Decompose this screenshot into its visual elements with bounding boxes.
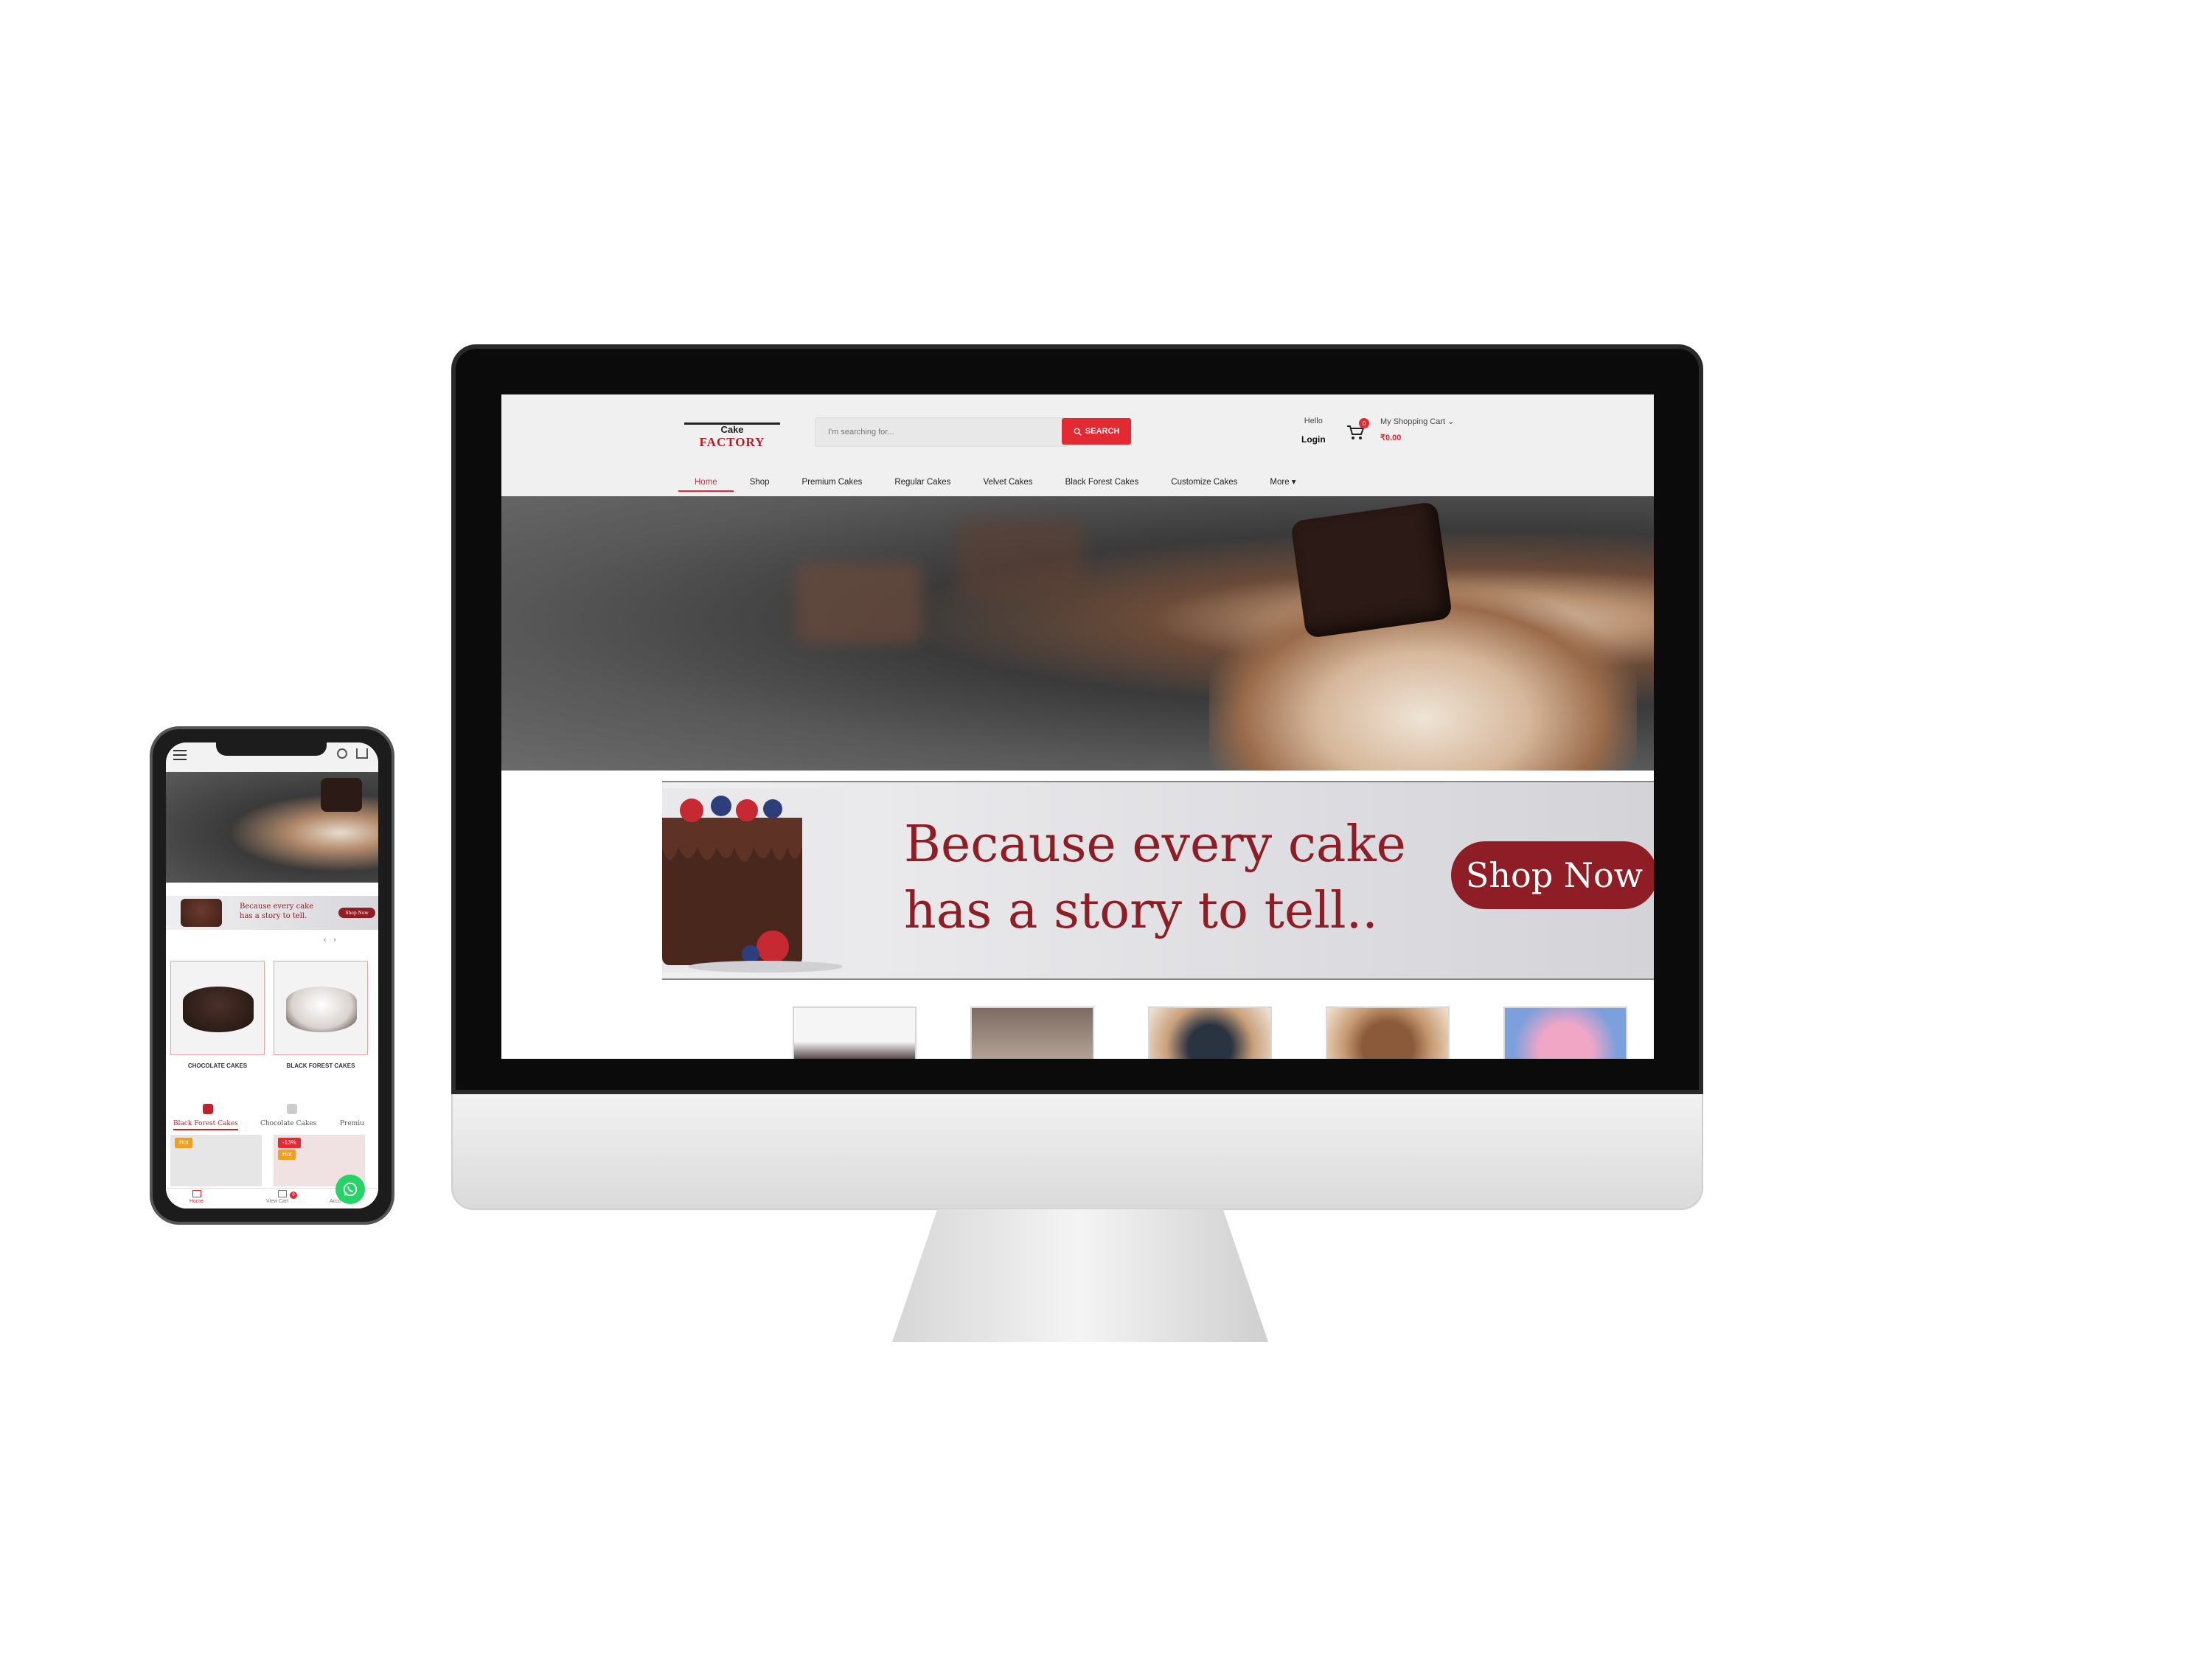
black-forest-tab-icon [203, 1104, 213, 1114]
nav-black-forest-cakes[interactable]: Black Forest Cakes [1049, 474, 1155, 492]
nav-home[interactable]: Home [678, 474, 734, 492]
category-thumbnail[interactable] [793, 1006, 917, 1059]
discount-badge: -13% [278, 1138, 301, 1148]
mobile-tagline-line1: Because every cake [240, 902, 314, 911]
search-input[interactable] [815, 418, 1062, 446]
home-icon[interactable] [192, 1190, 201, 1197]
desktop-monitor: Cake FACTORY SEARCH Hello Login 0 My Sho… [451, 344, 1703, 1210]
greeting-text: Hello [1304, 417, 1323, 425]
banner-tagline-line2: has a story to tell.. [904, 882, 1378, 940]
cart-icon[interactable] [356, 748, 368, 759]
bottom-nav-view-cart[interactable]: View Cart [266, 1199, 288, 1204]
monitor-stand [892, 1209, 1268, 1342]
cart-total: ₹0.00 [1380, 434, 1402, 442]
login-link[interactable]: Login [1301, 434, 1326, 445]
product-card[interactable]: Hot [170, 1135, 262, 1186]
hero-brownie [321, 778, 362, 812]
mobile-screen: Because every cake has a story to tell. … [166, 742, 378, 1208]
category-card[interactable] [274, 961, 368, 1055]
banner-tagline-line1: Because every cake [904, 815, 1406, 874]
caret-down-icon: ▾ [1291, 478, 1296, 487]
main-nav: Home Shop Premium Cakes Regular Cakes Ve… [678, 474, 1312, 492]
category-thumbnails [501, 999, 1654, 1059]
chocolate-cake-image [183, 987, 254, 1032]
tab-chocolate-cakes[interactable]: Chocolate Cakes [260, 1120, 316, 1127]
mobile-phone: Because every cake has a story to tell. … [150, 726, 394, 1225]
cart-count-badge: 0 [290, 1192, 297, 1199]
whatsapp-button[interactable] [335, 1175, 365, 1204]
menu-icon[interactable] [173, 750, 187, 760]
search-button-label: SEARCH [1085, 427, 1120, 436]
shop-now-button[interactable]: Shop Now [1451, 841, 1654, 909]
banner-cake-image [662, 788, 843, 973]
bottom-nav-home[interactable]: Home [189, 1199, 204, 1204]
site-header: Cake FACTORY SEARCH Hello Login 0 My Sho… [501, 394, 1654, 496]
banner-tagline: Because every cake has a story to tell.. [904, 812, 1420, 945]
chevron-right-icon[interactable]: › [333, 936, 343, 944]
category-thumbnail[interactable] [970, 1006, 1094, 1059]
whatsapp-icon [343, 1182, 358, 1197]
product-tabs: Black Forest Cakes Chocolate Cakes Premi… [166, 1104, 378, 1130]
desktop-screen: Cake FACTORY SEARCH Hello Login 0 My Sho… [501, 394, 1654, 1059]
logo-bottom-text: FACTORY [699, 435, 765, 449]
chevron-left-icon[interactable]: ‹ [324, 936, 333, 944]
promo-banner: Because every cake has a story to tell..… [662, 781, 1654, 980]
mobile-promo-banner: Because every cake has a story to tell. … [166, 896, 378, 930]
mobile-shop-now-button[interactable]: Shop Now [338, 908, 375, 918]
category-label: BLACK FOREST CAKES [286, 1062, 355, 1069]
tab-black-forest-cakes[interactable]: Black Forest Cakes [173, 1120, 238, 1130]
hero-chocolate-piece [959, 518, 1084, 599]
category-thumbnail[interactable] [1326, 1006, 1450, 1059]
category-thumbnail[interactable] [1148, 1006, 1272, 1059]
category-card[interactable] [170, 961, 265, 1055]
logo-top-text: Cake [684, 422, 780, 435]
chocolate-tab-icon [287, 1104, 297, 1114]
slider-arrows: ‹› [324, 936, 344, 944]
nav-premium-cakes[interactable]: Premium Cakes [786, 474, 879, 492]
mobile-tagline-line2: has a story to tell. [240, 912, 307, 920]
mobile-hero-image[interactable] [166, 772, 378, 883]
monitor-chin [451, 1094, 1703, 1210]
search-icon[interactable] [337, 748, 347, 759]
hot-badge: Hot [175, 1138, 193, 1148]
nav-more[interactable]: More ▾ [1253, 474, 1312, 492]
cart-label[interactable]: My Shopping Cart ⌄ [1380, 417, 1454, 426]
black-forest-cake-image [286, 987, 357, 1032]
search-icon [1074, 428, 1082, 436]
mobile-banner-tagline: Because every cake has a story to tell. [240, 902, 335, 921]
nav-velvet-cakes[interactable]: Velvet Cakes [967, 474, 1048, 492]
nav-customize-cakes[interactable]: Customize Cakes [1155, 474, 1253, 492]
tab-premium[interactable]: Premiu [340, 1120, 364, 1127]
banner-cake-image [181, 899, 222, 927]
cart-icon[interactable] [278, 1190, 287, 1197]
cart-label-text: My Shopping Cart [1380, 417, 1446, 426]
nav-regular-cakes[interactable]: Regular Cakes [878, 474, 967, 492]
chevron-down-icon: ⌄ [1447, 417, 1455, 426]
search-button[interactable]: SEARCH [1062, 418, 1131, 445]
hero-chocolate-piece [796, 563, 922, 644]
phone-notch [216, 742, 327, 756]
nav-more-label: More [1270, 478, 1290, 487]
hero-brownie [1290, 501, 1453, 639]
cart-count-badge: 0 [1359, 418, 1369, 428]
site-logo[interactable]: Cake FACTORY [684, 417, 780, 449]
hot-badge: Hot [278, 1150, 296, 1160]
category-thumbnail[interactable] [1503, 1006, 1627, 1059]
account-block: Hello Login [1301, 417, 1326, 445]
hero-slider-image[interactable] [501, 496, 1654, 771]
search-box [815, 417, 1068, 447]
nav-shop[interactable]: Shop [734, 474, 786, 492]
category-label: CHOCOLATE CAKES [187, 1062, 248, 1069]
